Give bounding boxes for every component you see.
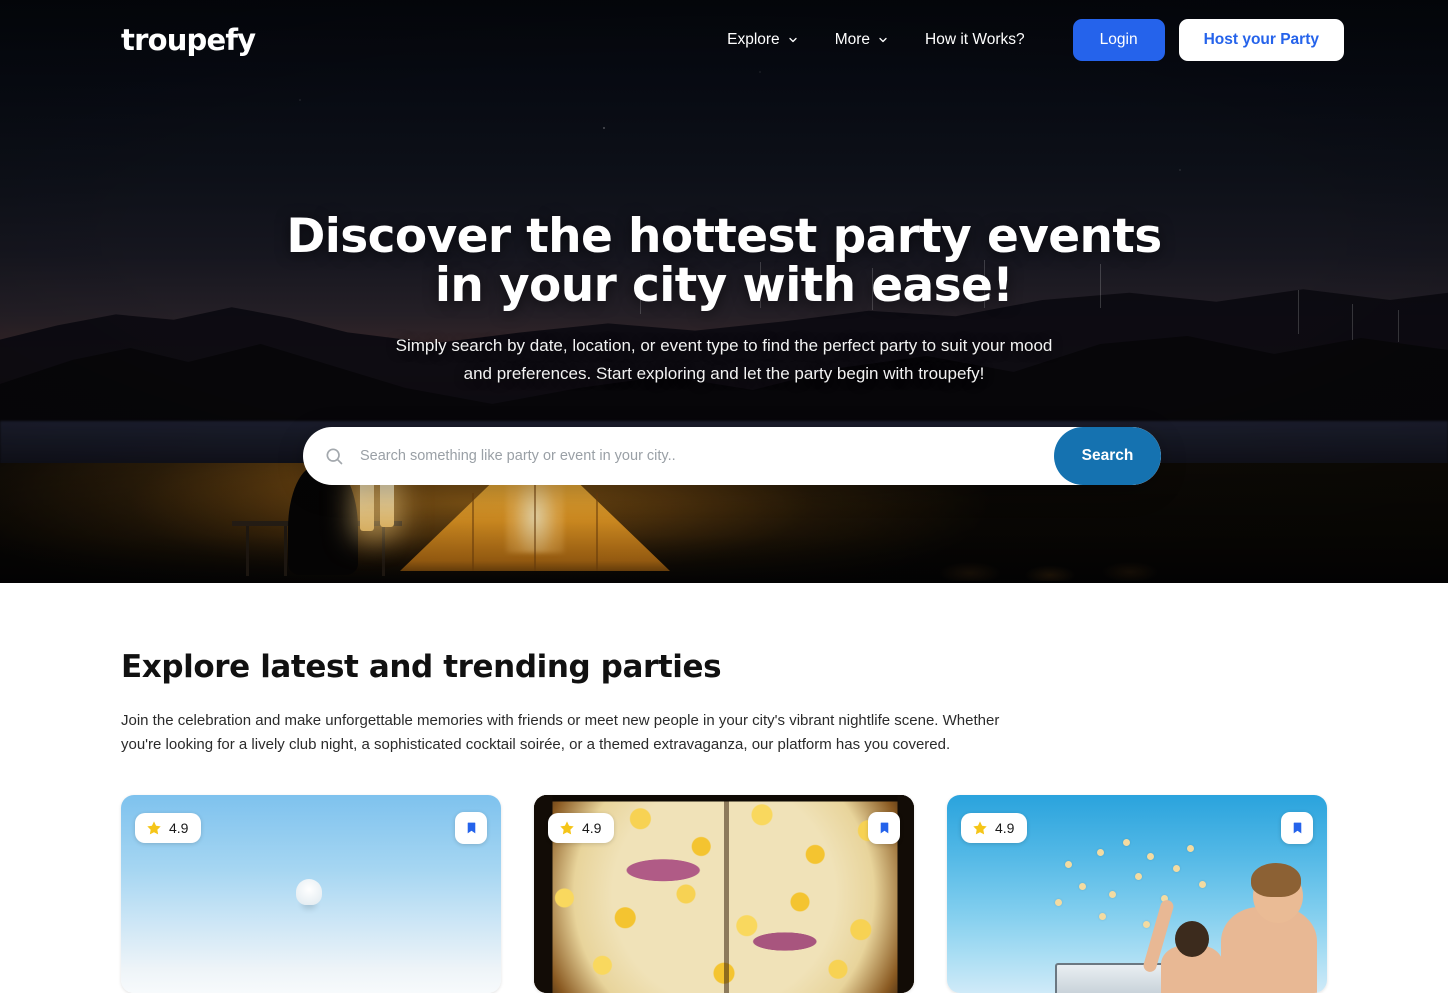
rating-value: 4.9 <box>582 820 602 836</box>
search-icon <box>324 446 344 466</box>
search-button[interactable]: Search <box>1054 427 1161 485</box>
nav-item-how-it-works-label: How it Works? <box>925 31 1025 48</box>
bookmark-button[interactable] <box>1281 812 1313 844</box>
bookmark-icon <box>878 820 891 836</box>
rating-badge: 4.9 <box>961 813 1028 843</box>
nav-item-more-label: More <box>834 31 871 48</box>
star-icon <box>559 820 575 836</box>
star-icon <box>972 820 988 836</box>
lantern-light <box>360 477 374 531</box>
chevron-down-icon <box>877 34 889 46</box>
explore-heading: Explore latest and trending parties <box>121 649 722 685</box>
hero-subtitle-line-2: and preferences. Start exploring and let… <box>463 364 985 383</box>
party-cards-grid: 4.9 4.9 4.9 <box>121 795 1327 993</box>
search-input[interactable] <box>344 427 1054 485</box>
nav-item-more[interactable]: More <box>817 21 907 59</box>
rating-value: 4.9 <box>169 820 189 836</box>
hero-section: troupefy Explore More How it Works? Logi… <box>0 0 1448 583</box>
nav-item-explore-label: Explore <box>727 31 780 48</box>
hero-search-bar: Search <box>303 427 1161 485</box>
rating-badge: 4.9 <box>135 813 202 843</box>
party-card[interactable]: 4.9 <box>947 795 1327 993</box>
explore-description: Join the celebration and make unforgetta… <box>121 712 1000 753</box>
hero-content: Discover the hottest party events in you… <box>0 212 1448 388</box>
hero-subtitle: Simply search by date, location, or even… <box>0 332 1448 388</box>
nav-links-group: Explore More How it Works? Login Host yo… <box>709 19 1344 61</box>
party-card[interactable]: 4.9 <box>534 795 914 993</box>
bookmark-icon <box>465 820 478 836</box>
hero-title-line-2: in your city with ease! <box>434 258 1014 313</box>
bookmark-button[interactable] <box>868 812 900 844</box>
ground-rocks <box>930 547 1190 581</box>
lantern-light-secondary <box>380 479 394 527</box>
top-navigation-bar: troupefy Explore More How it Works? Logi… <box>0 0 1448 80</box>
bookmark-button[interactable] <box>455 812 487 844</box>
nav-item-how-it-works[interactable]: How it Works? <box>907 21 1043 59</box>
person-right-hair <box>1251 863 1301 897</box>
explore-section: Explore latest and trending parties Join… <box>0 583 1448 993</box>
rating-value: 4.9 <box>995 820 1015 836</box>
brand-logo[interactable]: troupefy <box>121 23 256 57</box>
login-button[interactable]: Login <box>1072 19 1165 61</box>
bookmark-icon <box>1291 820 1304 836</box>
host-your-party-button[interactable]: Host your Party <box>1178 19 1344 61</box>
star-icon <box>146 820 162 836</box>
nav-item-explore[interactable]: Explore <box>709 21 817 59</box>
party-card[interactable]: 4.9 <box>121 795 501 993</box>
person-center-head <box>1175 921 1209 957</box>
chevron-down-icon <box>787 34 799 46</box>
rating-badge: 4.9 <box>548 813 615 843</box>
hero-subtitle-line-1: Simply search by date, location, or even… <box>395 336 1053 355</box>
hero-title-line-1: Discover the hottest party events <box>286 209 1162 264</box>
hero-title: Discover the hottest party events in you… <box>0 212 1448 310</box>
